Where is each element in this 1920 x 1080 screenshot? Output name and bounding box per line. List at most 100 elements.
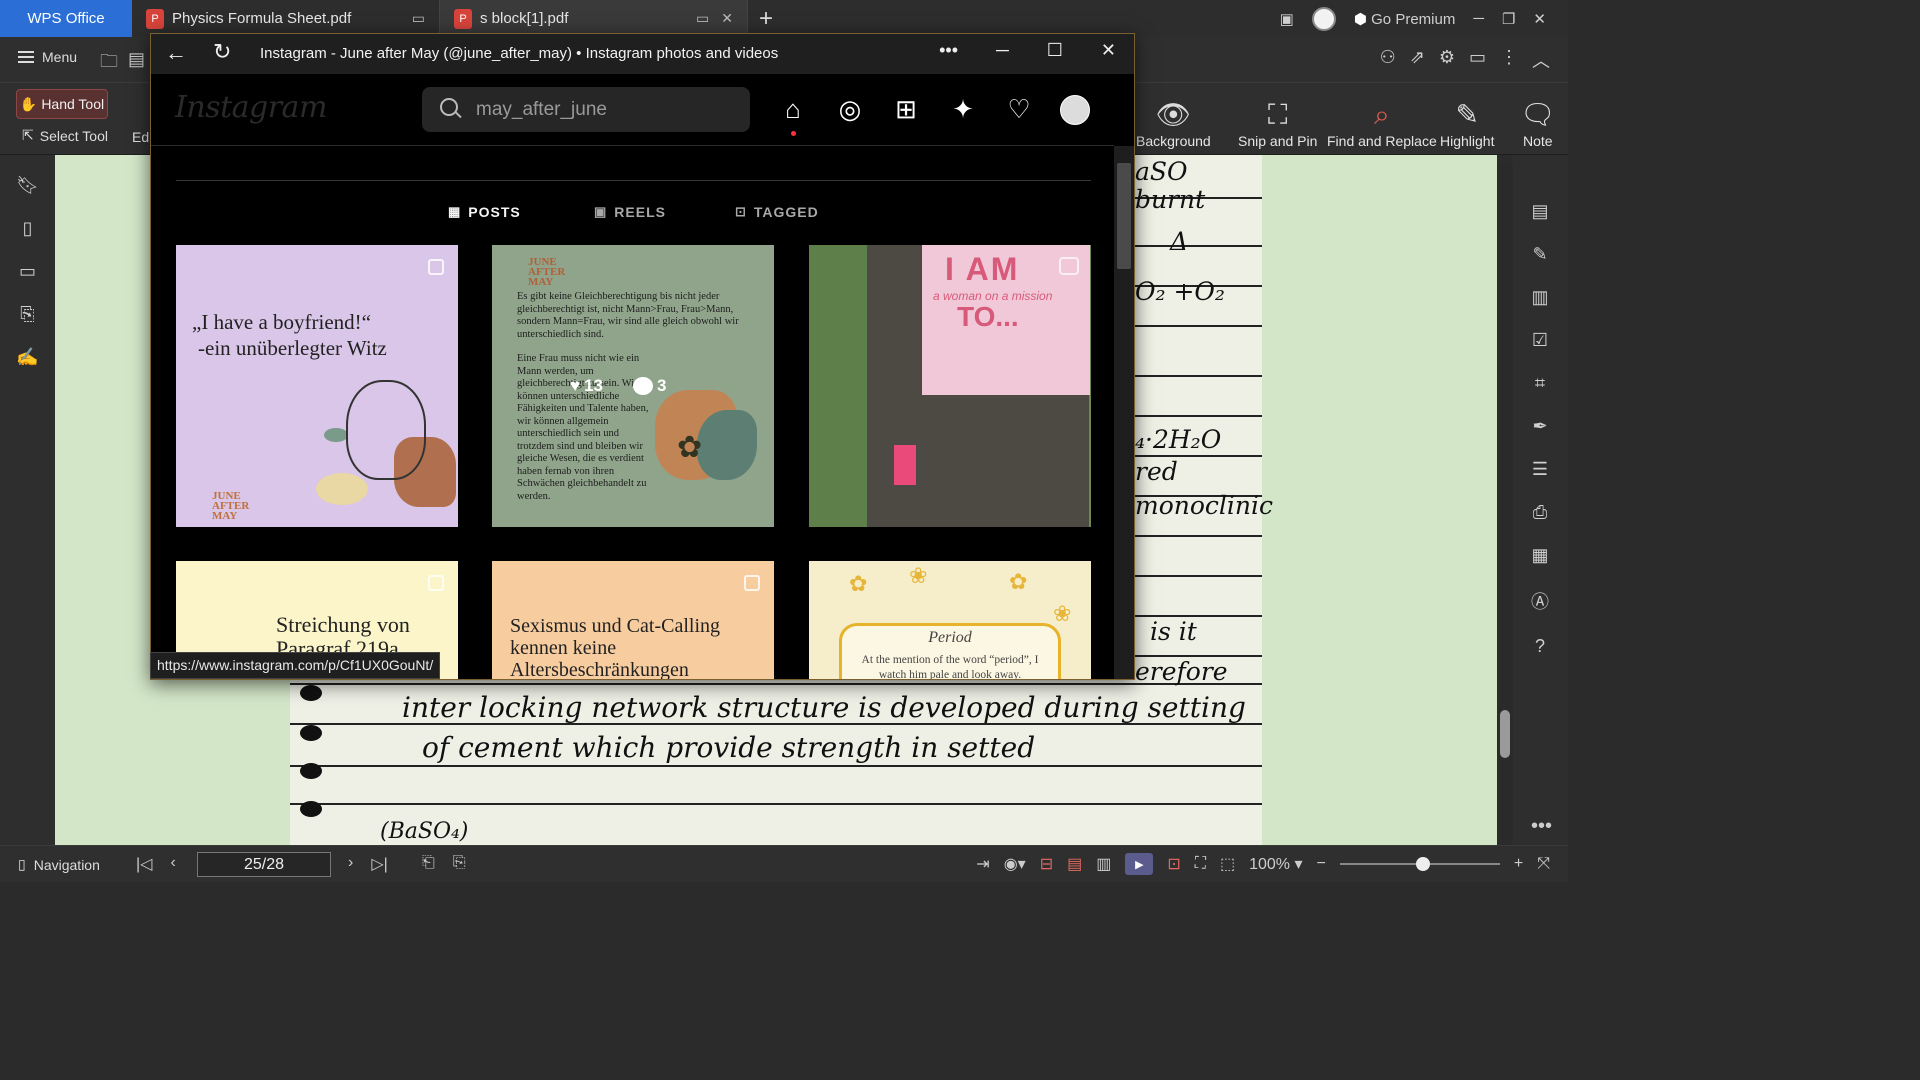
- profile-avatar[interactable]: [1060, 95, 1090, 125]
- reload-icon[interactable]: ↻: [213, 39, 231, 65]
- last-page-icon[interactable]: ▷|: [371, 854, 387, 874]
- search-input[interactable]: [422, 87, 750, 132]
- outline-icon[interactable]: ☰: [1532, 459, 1548, 480]
- compress-icon[interactable]: ▦: [1531, 545, 1548, 566]
- fit-page-icon[interactable]: ⛶: [1195, 855, 1206, 873]
- home-icon[interactable]: ⌂: [778, 94, 808, 124]
- monitor-icon[interactable]: ▭: [696, 10, 709, 27]
- zoom-level[interactable]: 100% ▾: [1249, 854, 1302, 874]
- tab-s-block[interactable]: P s block[1].pdf ▭ ✕: [440, 0, 748, 37]
- note-button[interactable]: 🗨 Note: [1520, 89, 1556, 150]
- new-tab-button[interactable]: +: [748, 0, 784, 37]
- post-tile[interactable]: Sexismus und Cat-Calling kennen keine Al…: [492, 561, 774, 679]
- pdf-to-word-icon[interactable]: ▤: [1531, 201, 1548, 222]
- background-button[interactable]: 👁 Background: [1136, 89, 1211, 150]
- popup-scrollbar[interactable]: [1114, 146, 1134, 679]
- print-icon[interactable]: ⎙: [1533, 502, 1547, 523]
- tab-physics-formula-sheet[interactable]: P Physics Formula Sheet.pdf ▭: [132, 0, 440, 37]
- attachment-icon[interactable]: ⎘: [20, 304, 34, 325]
- menu-button[interactable]: Menu: [18, 49, 77, 65]
- close-window-icon[interactable]: ✕: [1533, 10, 1546, 28]
- back-arrow-icon[interactable]: ←: [165, 40, 187, 66]
- continuous-scroll-icon[interactable]: ⊟: [1040, 854, 1053, 874]
- monitor-icon[interactable]: ▭: [412, 10, 425, 27]
- share-user-icon[interactable]: ⚇: [1380, 47, 1396, 73]
- user-avatar[interactable]: [1311, 6, 1336, 31]
- workspace-icon[interactable]: ▣: [1280, 10, 1294, 28]
- fit-width-icon[interactable]: ⬚: [1220, 854, 1235, 874]
- snip-and-pin-button[interactable]: ⛶ Snip and Pin: [1238, 89, 1317, 150]
- tab-posts[interactable]: ▦ POSTS: [448, 204, 521, 220]
- zoom-slider-knob[interactable]: [1415, 857, 1430, 871]
- highlight-button[interactable]: ✎ Highlight: [1440, 89, 1495, 150]
- wps-office-home-tab[interactable]: WPS Office: [0, 0, 132, 37]
- page-number-input[interactable]: 25/28: [197, 852, 331, 877]
- more-options-icon[interactable]: •••: [1531, 815, 1552, 838]
- settings-icon[interactable]: ⚙: [1439, 47, 1455, 73]
- close-icon[interactable]: ✕: [1101, 40, 1116, 61]
- first-page-icon[interactable]: |◁: [136, 854, 152, 874]
- document-scroll-thumb[interactable]: [1500, 710, 1510, 758]
- thumbnails-icon[interactable]: ▯: [23, 218, 33, 239]
- post-tile[interactable]: ✿ ❀ ✿ ❀ Period At the mention of the wor…: [809, 561, 1091, 679]
- zoom-out-icon[interactable]: −: [1317, 855, 1326, 873]
- note-icon: 🗨: [1520, 99, 1556, 130]
- new-post-icon[interactable]: ⊞: [891, 94, 921, 124]
- export-icon[interactable]: ⇗: [1410, 47, 1425, 73]
- tab-reels[interactable]: ▣ REELS: [594, 204, 666, 220]
- go-premium-button[interactable]: ⬢ Go Premium: [1354, 10, 1455, 28]
- more-vertical-icon[interactable]: ⋮: [1500, 47, 1518, 73]
- instagram-logo[interactable]: Instagram: [175, 90, 327, 125]
- navigation-button[interactable]: ▯ Navigation: [18, 856, 100, 873]
- two-page-icon[interactable]: ▥: [1096, 854, 1111, 874]
- collapse-ribbon-icon[interactable]: ︿: [1532, 47, 1550, 73]
- fill-sign-icon[interactable]: ☑: [1532, 330, 1548, 351]
- document-scrollbar[interactable]: [1497, 165, 1513, 840]
- close-tab-icon[interactable]: ✕: [721, 10, 733, 27]
- help-icon[interactable]: ?: [1535, 636, 1545, 657]
- post-tile[interactable]: I AM a woman on a mission TO...: [809, 245, 1091, 527]
- forward-view-icon[interactable]: ⎘: [453, 854, 466, 872]
- fullscreen-icon[interactable]: ⤧: [1537, 855, 1550, 873]
- play-slideshow-button[interactable]: ▶: [1125, 853, 1154, 875]
- highlight-label: Highlight: [1440, 133, 1495, 149]
- zoom-slider[interactable]: [1339, 857, 1500, 871]
- tab-tagged[interactable]: ⊡ TAGGED: [735, 204, 819, 220]
- previous-page-icon[interactable]: ‹: [170, 854, 175, 874]
- eye-protection-icon[interactable]: ◉▾: [1004, 854, 1026, 874]
- messenger-icon[interactable]: ◎: [835, 94, 865, 124]
- pen-icon[interactable]: ✒: [1532, 416, 1547, 437]
- comments-icon[interactable]: ▭: [19, 261, 36, 282]
- minimize-icon[interactable]: ─: [996, 40, 1009, 61]
- minimize-icon[interactable]: ─: [1473, 10, 1484, 27]
- popup-scroll-thumb[interactable]: [1117, 163, 1131, 269]
- comment-icon[interactable]: ▭: [1469, 47, 1486, 73]
- ocr-icon[interactable]: ⌗: [1535, 373, 1545, 394]
- signature-icon[interactable]: ✍: [16, 347, 38, 368]
- open-folder-icon[interactable]: 🗀: [100, 49, 118, 79]
- activity-heart-icon[interactable]: ♡: [1004, 94, 1034, 124]
- ruled-line: [290, 765, 1262, 767]
- find-and-replace-button[interactable]: ⌕ Find and Replace: [1327, 89, 1437, 150]
- actual-size-icon[interactable]: ⊡: [1167, 854, 1180, 874]
- hand-icon: ✋: [19, 95, 38, 112]
- post-tile-hovered[interactable]: JUNE AFTER MAY Es gibt keine Gleichberec…: [492, 245, 774, 527]
- handwriting-text: burnt: [1135, 185, 1206, 214]
- single-page-icon[interactable]: ▤: [1067, 854, 1082, 874]
- translate-icon[interactable]: Ⓐ: [1531, 588, 1549, 614]
- select-tool-button[interactable]: ⇱ Select Tool: [22, 127, 108, 144]
- back-view-icon[interactable]: ⎗: [422, 854, 435, 872]
- maximize-icon[interactable]: ☐: [1047, 40, 1063, 61]
- restore-icon[interactable]: ❐: [1502, 10, 1515, 28]
- more-horizontal-icon[interactable]: •••: [939, 40, 958, 61]
- save-icon[interactable]: ▤: [128, 49, 145, 79]
- bookmark-icon[interactable]: 🔖︎: [16, 175, 39, 196]
- explore-icon[interactable]: ✦: [948, 94, 978, 124]
- hand-tool-button[interactable]: ✋ Hand Tool: [16, 89, 108, 119]
- zoom-in-icon[interactable]: +: [1514, 855, 1523, 873]
- edit-pdf-icon[interactable]: ✎: [1532, 244, 1547, 265]
- post-tile[interactable]: „I have a boyfriend!“ -ein unüberlegter …: [176, 245, 458, 527]
- convert-icon[interactable]: ▥: [1531, 287, 1548, 308]
- export-page-icon[interactable]: ⇥: [976, 854, 989, 874]
- next-page-icon[interactable]: ›: [348, 854, 353, 874]
